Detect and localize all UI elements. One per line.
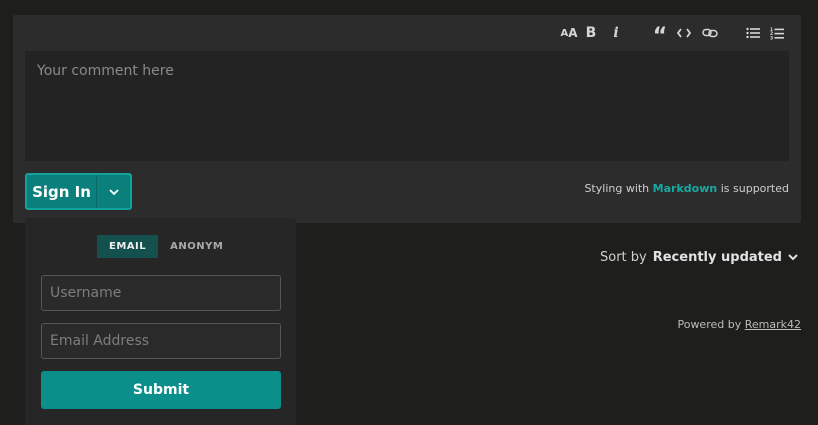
comment-textarea[interactable] [25,51,789,161]
svg-text:3: 3 [770,35,773,40]
sign-in-button-group: Sign In [25,173,132,210]
comment-form: AA B i “ 123 Sign In Styling with Markdo… [13,15,801,223]
sort-label: Sort by [600,250,647,265]
numbered-list-icon[interactable]: 123 [769,24,785,42]
email-input[interactable] [41,323,281,359]
link-icon[interactable] [701,24,719,42]
powered-by: Powered by Remark42 [677,318,801,331]
editor-toolbar: AA B i “ 123 [13,15,801,51]
markdown-link[interactable]: Markdown [653,182,718,195]
sign-in-dropdown-toggle[interactable] [96,175,130,208]
markdown-note: Styling with Markdown is supported [584,182,789,195]
submit-button[interactable]: Submit [41,371,281,409]
bullet-list-icon[interactable] [745,24,761,42]
tab-anonym[interactable]: ANONYM [158,235,235,258]
chevron-down-icon [788,254,798,261]
auth-dropdown: EMAIL ANONYM Submit [25,218,296,425]
markdown-note-prefix: Styling with [584,182,650,195]
code-icon[interactable] [676,24,692,42]
auth-tabs: EMAIL ANONYM [97,235,235,258]
quote-icon[interactable]: “ [651,24,669,48]
username-input[interactable] [41,275,281,311]
sign-in-button[interactable]: Sign In [27,175,96,208]
bold-icon[interactable]: B [584,24,598,42]
sort-selector[interactable]: Sort by Recently updated [600,250,798,265]
markdown-note-suffix: is supported [720,182,789,195]
tab-email[interactable]: EMAIL [97,235,159,258]
sort-value: Recently updated [652,250,782,265]
remark42-link[interactable]: Remark42 [745,318,801,331]
chevron-down-icon [108,188,119,195]
text-size-icon[interactable]: AA [559,24,579,42]
powered-by-prefix: Powered by [677,318,742,331]
italic-icon[interactable]: i [611,24,621,42]
